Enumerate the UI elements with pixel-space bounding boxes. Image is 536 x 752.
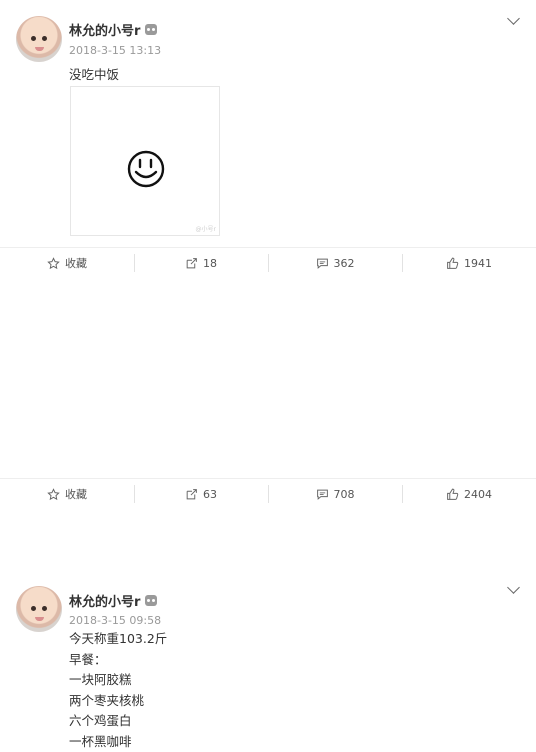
star-icon: [47, 488, 60, 501]
action-bar: 收藏 63 708 2404: [0, 478, 536, 509]
star-icon: [47, 257, 60, 270]
action-bar: 收藏 18 362 1941: [0, 247, 536, 278]
repost-count: 18: [203, 257, 217, 270]
post-text: 没吃中饭: [69, 64, 119, 83]
post-time[interactable]: 2018-3-15 13:13: [69, 44, 161, 57]
comment-button[interactable]: 708: [268, 479, 402, 509]
thumb-up-icon: [446, 488, 459, 501]
comment-count: 362: [334, 257, 355, 270]
username[interactable]: 林允的小号r: [69, 20, 157, 39]
like-count: 1941: [464, 257, 492, 270]
post-line: 今天称重103.2斤: [69, 629, 167, 650]
post-line: 一块阿胶糕: [69, 670, 167, 691]
comment-icon: [316, 257, 329, 270]
post-line: 六个鸡蛋白: [69, 711, 167, 732]
post-line: 两个枣夹核桃: [69, 691, 167, 712]
avatar[interactable]: [16, 586, 62, 632]
favorite-button[interactable]: 收藏: [0, 248, 134, 278]
favorite-label: 收藏: [65, 486, 87, 502]
comment-button[interactable]: 362: [268, 248, 402, 278]
post-time[interactable]: 2018-3-15 09:58: [69, 614, 161, 627]
repost-icon: [185, 257, 198, 270]
favorite-label: 收藏: [65, 255, 87, 271]
username-text[interactable]: 林允的小号r: [69, 591, 140, 610]
like-button[interactable]: 2404: [402, 479, 536, 509]
chevron-down-icon[interactable]: [507, 581, 520, 594]
post-image[interactable]: @小号r: [70, 86, 220, 236]
avatar[interactable]: [16, 16, 62, 62]
like-count: 2404: [464, 488, 492, 501]
post-line: 一杯黑咖啡: [69, 732, 167, 752]
like-button[interactable]: 1941: [402, 248, 536, 278]
repost-icon: [185, 488, 198, 501]
comment-count: 708: [334, 488, 355, 501]
favorite-button[interactable]: 收藏: [0, 479, 134, 509]
smiley-face-image: [126, 149, 166, 189]
post-line: 早餐：: [69, 650, 167, 671]
comment-icon: [316, 488, 329, 501]
post: 林允的小号r 2018-3-15 09:58 今天称重103.2斤 早餐： 一块…: [0, 280, 536, 508]
robot-icon: [145, 595, 157, 606]
post: 林允的小号r 2018-3-15 13:13 没吃中饭 @小号r: [0, 0, 536, 280]
robot-icon: [145, 24, 157, 35]
repost-button[interactable]: 63: [134, 479, 268, 509]
chevron-down-icon[interactable]: [507, 12, 520, 25]
thumb-up-icon: [446, 257, 459, 270]
username[interactable]: 林允的小号r: [69, 591, 157, 610]
post-text: 今天称重103.2斤 早餐： 一块阿胶糕 两个枣夹核桃 六个鸡蛋白 一杯黑咖啡: [69, 629, 167, 752]
username-text[interactable]: 林允的小号r: [69, 20, 140, 39]
repost-button[interactable]: 18: [134, 248, 268, 278]
image-watermark: @小号r: [196, 224, 216, 233]
repost-count: 63: [203, 488, 217, 501]
